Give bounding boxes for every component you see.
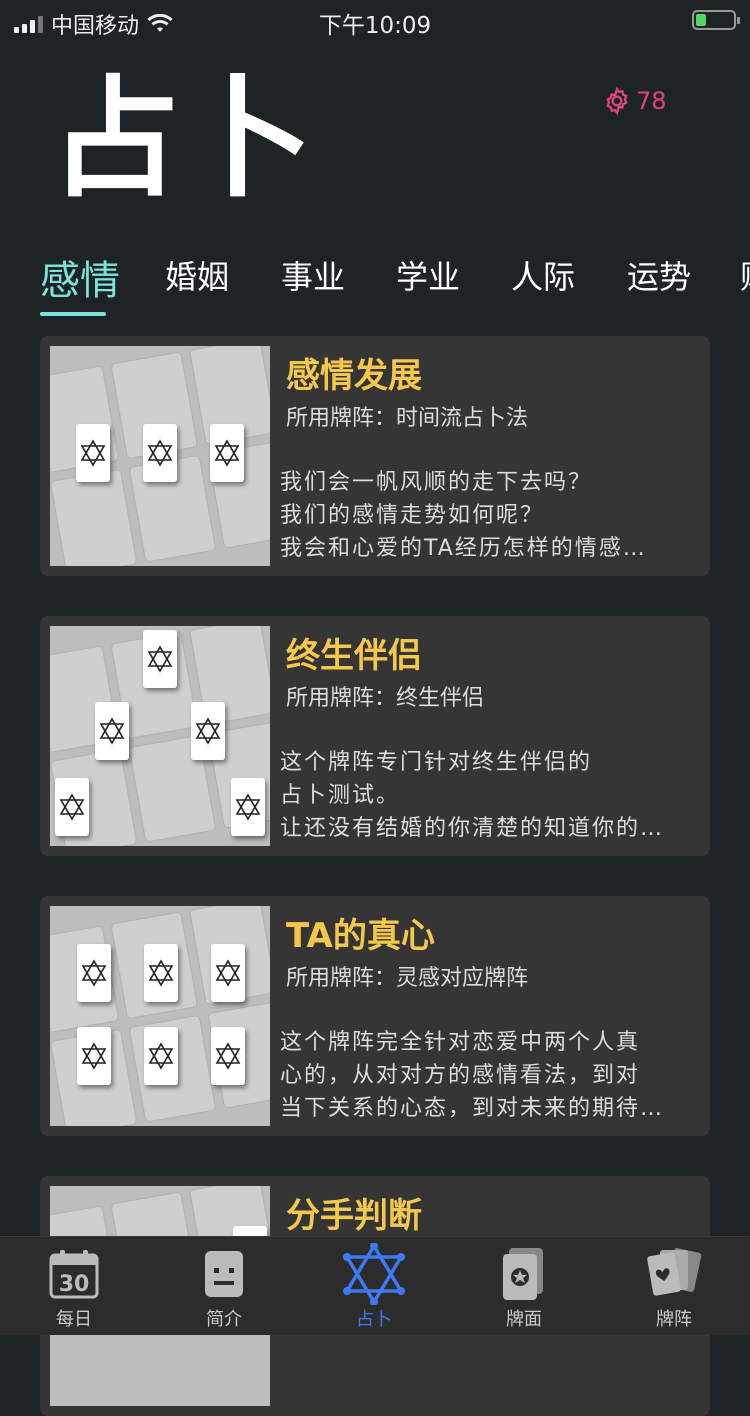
calendar-icon: 30 xyxy=(49,1250,99,1299)
tabbar-label: 每日 xyxy=(56,1309,92,1330)
hexagram-icon xyxy=(95,702,129,760)
status-time: 下午10:09 xyxy=(318,13,432,39)
tabbar-label: 简介 xyxy=(206,1309,242,1330)
desc-line: 心的，从对对方的感情看法，到对 xyxy=(280,1063,641,1088)
status-bar: 中国移动 下午10:09 xyxy=(0,0,750,40)
desc-line: 我们的感情走势如何呢？ xyxy=(280,503,545,528)
tabbar-intro[interactable]: 简介 xyxy=(174,1245,274,1331)
tab-fortune[interactable]: 运势 xyxy=(627,252,691,298)
active-tab-indicator xyxy=(40,312,106,316)
tabbar-label: 占卜 xyxy=(356,1309,392,1330)
desc-line: 这个牌阵专门针对终生伴侣的 xyxy=(280,750,593,775)
spread-thumbnail xyxy=(50,346,270,566)
card-title: 终生伴侣 xyxy=(286,636,422,676)
bottom-tab-bar: 30 每日 简介 占卜 牌面 牌阵 xyxy=(0,1236,750,1335)
tabbar-label: 牌阵 xyxy=(656,1309,692,1330)
card-title: 分手判断 xyxy=(286,1196,422,1236)
card-description: 这个牌阵专门针对终生伴侣的 占卜测试。 让还没有结婚的你清楚的知道你的… xyxy=(280,746,700,845)
hexagram-icon xyxy=(144,1027,178,1085)
tabbar-daily[interactable]: 30 每日 xyxy=(24,1245,124,1331)
spread-thumbnail xyxy=(50,906,270,1126)
tab-study[interactable]: 学业 xyxy=(396,252,460,298)
spread-card-love-development[interactable]: 感情发展 所用牌阵：时间流占卜法 我们会一帆风顺的走下去吗？ 我们的感情走势如何… xyxy=(40,336,710,576)
hexagram-icon xyxy=(191,702,225,760)
page-title: 占卜 xyxy=(50,63,319,215)
tabbar-card-face[interactable]: 牌面 xyxy=(474,1245,574,1331)
points-value: 78 xyxy=(636,87,667,115)
desc-line: 让还没有结婚的你清楚的知道你的… xyxy=(280,816,665,841)
category-tabs: 感情 婚姻 事业 学业 人际 运势 财 xyxy=(0,248,750,318)
hexagram-icon xyxy=(77,944,111,1002)
card-subtitle: 所用牌阵：时间流占卜法 xyxy=(286,406,529,431)
hexagram-icon xyxy=(143,630,177,688)
gear-icon[interactable] xyxy=(602,86,632,116)
hexagram-icon xyxy=(343,1243,405,1305)
intro-icon xyxy=(205,1251,243,1297)
hexagram-icon xyxy=(76,424,110,482)
card-description: 这个牌阵完全针对恋爱中两个人真 心的，从对对方的感情看法，到对 当下关系的心态，… xyxy=(280,1026,700,1125)
card-subtitle: 所用牌阵：终生伴侣 xyxy=(286,686,485,711)
card-subtitle: 所用牌阵：灵感对应牌阵 xyxy=(286,966,529,991)
desc-line: 占卜测试。 xyxy=(280,783,401,808)
card-title: 感情发展 xyxy=(286,356,422,396)
hexagram-icon xyxy=(211,1027,245,1085)
desc-line: 我们会一帆风顺的走下去吗？ xyxy=(280,470,593,495)
tab-marriage[interactable]: 婚姻 xyxy=(165,252,229,298)
spread-card-lifelong-partner[interactable]: 终生伴侣 所用牌阵：终生伴侣 这个牌阵专门针对终生伴侣的 占卜测试。 让还没有结… xyxy=(40,616,710,856)
tab-love[interactable]: 感情 xyxy=(40,248,120,306)
card-spread-icon xyxy=(647,1248,702,1296)
hexagram-icon xyxy=(211,944,245,1002)
hexagram-icon xyxy=(210,424,244,482)
card-face-icon xyxy=(503,1248,543,1300)
desc-line: 我会和心爱的TA经历怎样的情感… xyxy=(280,536,647,561)
hexagram-icon xyxy=(55,778,89,836)
spread-card-true-heart[interactable]: TA的真心 所用牌阵：灵感对应牌阵 这个牌阵完全针对恋爱中两个人真 心的，从对对… xyxy=(40,896,710,1136)
tab-career[interactable]: 事业 xyxy=(281,252,345,298)
hexagram-icon xyxy=(144,944,178,1002)
hexagram-icon xyxy=(143,424,177,482)
spread-thumbnail xyxy=(50,626,270,846)
tabbar-card-spread[interactable]: 牌阵 xyxy=(624,1245,724,1331)
hexagram-icon xyxy=(231,778,265,836)
desc-line: 当下关系的心态，到对未来的期待… xyxy=(280,1096,665,1121)
battery-icon xyxy=(692,10,740,30)
card-description: 我们会一帆风顺的走下去吗？ 我们的感情走势如何呢？ 我会和心爱的TA经历怎样的情… xyxy=(280,466,700,565)
card-title: TA的真心 xyxy=(286,916,435,956)
tab-wealth[interactable]: 财 xyxy=(740,252,750,298)
settings-points[interactable]: 78 xyxy=(602,86,667,116)
calendar-day: 30 xyxy=(59,1272,90,1297)
tabbar-label: 牌面 xyxy=(506,1309,542,1330)
hexagram-icon xyxy=(77,1027,111,1085)
tab-social[interactable]: 人际 xyxy=(511,252,575,298)
desc-line: 这个牌阵完全针对恋爱中两个人真 xyxy=(280,1030,641,1055)
tabbar-divination[interactable]: 占卜 xyxy=(324,1243,424,1331)
